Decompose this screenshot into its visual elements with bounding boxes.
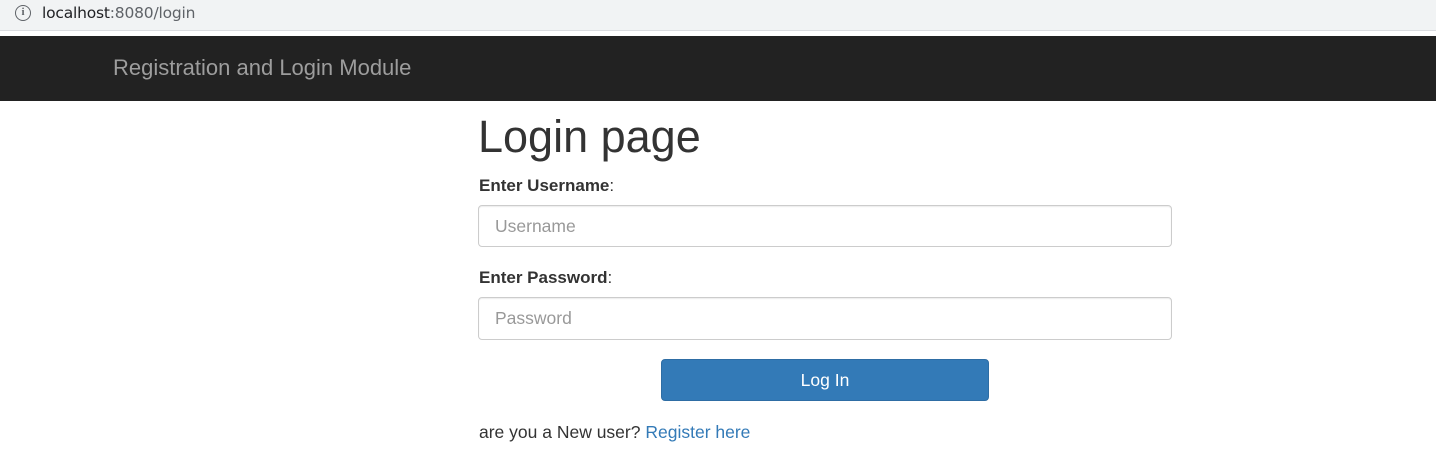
url-text[interactable]: localhost:8080/login [42,3,195,23]
password-input[interactable] [478,297,1172,340]
username-input[interactable] [478,205,1172,247]
url-path: :8080/login [109,4,196,22]
password-label: Enter Password: [479,268,612,288]
browser-address-bar[interactable]: i localhost:8080/login [0,0,1436,31]
login-button[interactable]: Log In [661,359,989,401]
navbar-brand[interactable]: Registration and Login Module [113,55,411,81]
register-prompt-line: are you a New user? Register here [479,421,750,443]
page-title: Login page [478,111,701,162]
navbar: Registration and Login Module [0,36,1436,101]
password-label-text: Enter Password [479,268,608,287]
username-label: Enter Username: [479,176,614,196]
info-icon[interactable]: i [15,5,31,21]
url-host: localhost [42,4,110,22]
password-label-colon: : [607,268,613,287]
username-label-colon: : [609,176,615,195]
register-link[interactable]: Register here [645,422,750,442]
username-label-text: Enter Username [479,176,610,195]
register-prompt: are you a New user? [479,422,641,442]
